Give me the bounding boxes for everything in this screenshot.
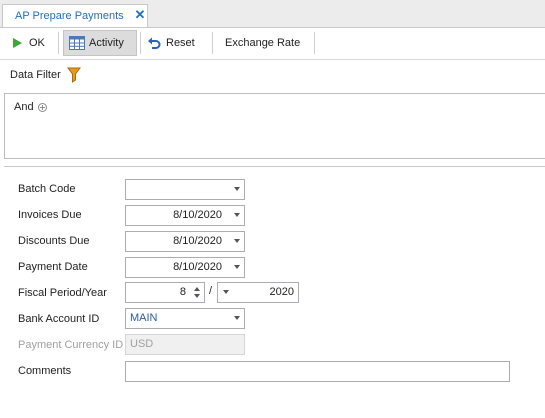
fiscal-period-year-label: Fiscal Period/Year xyxy=(18,287,107,299)
discounts-due-date-picker[interactable]: 8/10/2020 xyxy=(125,231,245,252)
payment-date-label: Payment Date xyxy=(18,261,88,273)
filter-editor[interactable]: And xyxy=(4,93,545,159)
payment-date-picker[interactable]: 8/10/2020 xyxy=(125,257,245,278)
invoices-due-date-picker[interactable]: 8/10/2020 xyxy=(125,205,245,226)
ok-button[interactable]: OK xyxy=(11,30,51,56)
funnel-icon[interactable] xyxy=(66,67,81,83)
exchange-rate-button-label: Exchange Rate xyxy=(225,37,301,49)
toolbar-divider xyxy=(212,32,213,54)
invoices-due-label: Invoices Due xyxy=(18,209,82,221)
activity-button-label: Activity xyxy=(89,37,124,49)
bank-account-id-label: Bank Account ID xyxy=(18,313,100,325)
chevron-down-icon[interactable] xyxy=(234,239,240,243)
chevron-down-icon[interactable] xyxy=(234,265,240,269)
grid-icon xyxy=(69,36,85,50)
spin-up-icon[interactable] xyxy=(194,287,200,291)
and-operator[interactable]: And xyxy=(14,101,34,113)
batch-code-label: Batch Code xyxy=(18,183,76,195)
fiscal-year-value: 2020 xyxy=(269,286,294,298)
comments-field[interactable] xyxy=(125,361,510,382)
reset-button-label: Reset xyxy=(166,37,195,49)
exchange-rate-button[interactable]: Exchange Rate xyxy=(225,30,309,56)
payment-currency-value: USD xyxy=(130,338,154,350)
discounts-due-value: 8/10/2020 xyxy=(173,235,222,247)
bank-account-dropdown[interactable]: MAIN xyxy=(125,308,245,329)
splitter[interactable] xyxy=(4,160,545,167)
filter-group-and[interactable]: And xyxy=(14,101,47,113)
data-filter-label: Data Filter xyxy=(10,69,61,81)
activity-button[interactable]: Activity xyxy=(63,30,137,56)
close-icon[interactable]: ✕ xyxy=(134,8,146,22)
ok-button-label: OK xyxy=(29,37,45,49)
toolbar: OK Activity Reset Exchange Rate xyxy=(0,28,545,60)
invoices-due-value: 8/10/2020 xyxy=(173,209,222,221)
toolbar-divider xyxy=(58,32,59,54)
chevron-down-icon[interactable] xyxy=(223,290,229,294)
reset-button[interactable]: Reset xyxy=(147,30,203,56)
comments-label: Comments xyxy=(18,365,72,377)
tab-title: AP Prepare Payments xyxy=(15,10,124,22)
toolbar-divider xyxy=(140,32,141,54)
data-filter-row: Data Filter xyxy=(10,66,81,84)
fiscal-period-value: 8 xyxy=(179,286,186,298)
chevron-down-icon[interactable] xyxy=(234,187,240,191)
play-icon xyxy=(13,38,22,48)
document-tab-bar: AP Prepare Payments ✕ xyxy=(0,0,545,28)
discounts-due-label: Discounts Due xyxy=(18,235,90,247)
batch-code-dropdown[interactable] xyxy=(125,179,245,200)
toolbar-divider xyxy=(314,32,315,54)
payment-date-value: 8/10/2020 xyxy=(173,261,222,273)
chevron-down-icon[interactable] xyxy=(234,213,240,217)
undo-icon xyxy=(148,37,161,49)
fiscal-period-stepper[interactable]: 8 xyxy=(125,282,205,303)
chevron-down-icon[interactable] xyxy=(234,316,240,320)
add-condition-icon[interactable] xyxy=(37,102,47,112)
spin-down-icon[interactable] xyxy=(194,294,200,298)
bank-account-value: MAIN xyxy=(130,312,158,324)
tab-ap-prepare-payments[interactable]: AP Prepare Payments ✕ xyxy=(2,4,148,27)
payment-currency-field: USD xyxy=(125,334,245,355)
period-year-separator: / xyxy=(209,285,213,297)
fiscal-year-dropdown[interactable]: 2020 xyxy=(217,282,299,303)
payment-currency-id-label: Payment Currency ID xyxy=(18,339,124,351)
